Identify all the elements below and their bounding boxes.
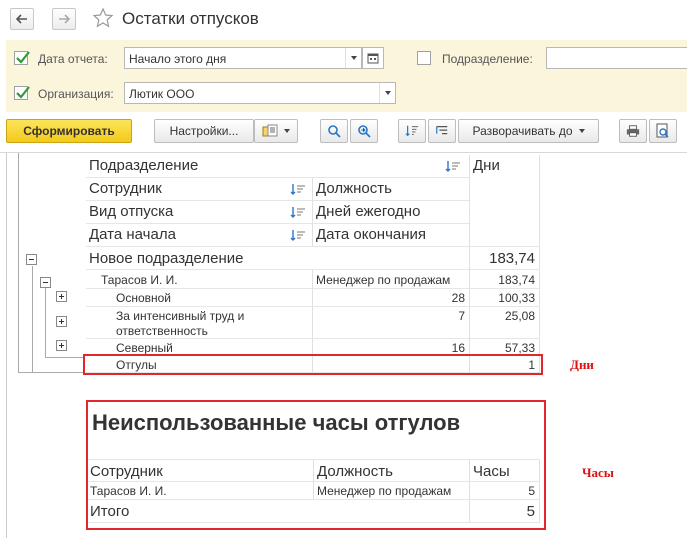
header-employee: Сотрудник <box>86 178 313 201</box>
filter-panel: Дата отчета: Начало этого дня Подразделе… <box>6 40 687 112</box>
header-end-date: Дата окончания <box>313 224 470 247</box>
hours-employee-position: Менеджер по продажам <box>314 482 470 500</box>
group-name: Новое подразделение <box>86 247 470 270</box>
hours-employee-value: 5 <box>470 482 540 500</box>
employee-tree-line <box>45 288 46 358</box>
chevron-down-icon <box>578 129 585 133</box>
hours-total-value: 5 <box>470 500 540 523</box>
header-position: Должность <box>313 178 470 201</box>
employee-days: 183,74 <box>470 270 540 289</box>
annual-days-cell: 28 <box>313 289 470 307</box>
hours-report-title: Неиспользованные часы отгулов <box>92 410 461 435</box>
report-date-label: Дата отчета: <box>38 52 108 66</box>
header-vacation-type: Вид отпуска <box>86 201 313 224</box>
organization-value: Лютик ООО <box>129 87 195 101</box>
header-start-date: Дата начала <box>86 224 313 247</box>
hours-employee-name: Тарасов И. И. <box>88 482 314 500</box>
search-icon <box>328 125 341 138</box>
generate-button[interactable]: Сформировать <box>6 119 132 143</box>
expand-to-label: Разворачивать до <box>472 124 573 138</box>
department-field[interactable] <box>546 47 687 69</box>
sort-button[interactable] <box>398 119 426 143</box>
forward-button[interactable] <box>52 8 76 30</box>
header-annual-days: Дней ежегодно <box>313 201 470 224</box>
group-button[interactable] <box>428 119 456 143</box>
department-checkbox[interactable] <box>417 51 431 65</box>
group-bracket-line <box>18 153 19 373</box>
sort-desc-icon[interactable] <box>290 230 306 242</box>
annual-days-cell: 7 <box>313 307 470 339</box>
sort-icon <box>405 125 419 137</box>
organization-field[interactable]: Лютик ООО <box>124 82 396 104</box>
employee-tree-bottom <box>45 357 84 358</box>
hours-total-label: Итого <box>88 500 470 523</box>
expand-row-toggle[interactable] <box>56 316 67 327</box>
report-date-field[interactable]: Начало этого дня <box>124 47 362 69</box>
arrow-left-icon <box>16 14 27 24</box>
arrow-right-icon <box>59 14 70 24</box>
printer-icon <box>626 125 640 137</box>
report-date-value: Начало этого дня <box>129 52 227 66</box>
collapse-group-toggle[interactable] <box>26 254 37 265</box>
checkmark-icon <box>16 51 30 64</box>
chevron-down-icon <box>284 129 290 133</box>
hours-header-position: Должность <box>314 459 470 482</box>
find-next-button[interactable] <box>350 119 378 143</box>
settings-button[interactable]: Настройки... <box>154 119 254 143</box>
back-button[interactable] <box>10 8 34 30</box>
sort-desc-icon[interactable] <box>290 207 306 219</box>
report-date-checkbox[interactable] <box>14 51 30 65</box>
header-days: Дни <box>470 155 540 247</box>
chevron-down-icon[interactable] <box>345 48 361 68</box>
annotation-days: Дни <box>570 357 594 372</box>
organization-label: Организация: <box>38 87 114 101</box>
employee-position: Менеджер по продажам <box>313 270 470 289</box>
expand-row-toggle[interactable] <box>56 291 67 302</box>
group-levels-icon <box>436 126 448 135</box>
header-department: Подразделение <box>86 155 470 178</box>
vacation-type-cell: Основной <box>86 289 313 307</box>
group-days: 183,74 <box>470 247 540 270</box>
print-preview-button[interactable] <box>649 119 677 143</box>
print-preview-icon <box>656 123 669 138</box>
favorite-star-icon[interactable] <box>92 7 114 29</box>
hours-header-hours: Часы <box>470 459 540 482</box>
group-bracket-bottom <box>18 372 84 373</box>
expand-row-toggle[interactable] <box>56 340 67 351</box>
days-cell: 100,33 <box>470 289 540 307</box>
group-tree-line <box>32 266 33 373</box>
calendar-icon <box>367 53 379 64</box>
employee-name: Тарасов И. И. <box>86 270 313 289</box>
department-label: Подразделение: <box>442 52 533 66</box>
print-button[interactable] <box>619 119 647 143</box>
checkmark-icon <box>16 86 30 99</box>
collapse-employee-toggle[interactable] <box>40 277 51 288</box>
chevron-down-icon[interactable] <box>379 83 395 103</box>
left-margin-line <box>6 153 7 538</box>
variant-button[interactable] <box>254 119 298 143</box>
calendar-button[interactable] <box>362 47 384 69</box>
highlight-time-off-row <box>83 354 543 375</box>
days-cell: 25,08 <box>470 307 540 339</box>
organization-checkbox[interactable] <box>14 86 30 100</box>
search-next-icon <box>358 125 371 138</box>
sort-desc-icon[interactable] <box>445 161 461 173</box>
annotation-hours: Часы <box>582 465 614 480</box>
hours-header-employee: Сотрудник <box>88 459 314 482</box>
title-bar: Остатки отпусков <box>0 0 687 40</box>
sort-desc-icon[interactable] <box>290 184 306 196</box>
report-spreadsheet[interactable]: Подразделение Дни Сотрудник Должность Ви… <box>0 152 687 538</box>
expand-to-button[interactable]: Разворачивать до <box>458 119 599 143</box>
find-button[interactable] <box>320 119 348 143</box>
page-title: Остатки отпусков <box>122 9 259 28</box>
vacation-type-cell: За интенсивный труд и ответственность <box>86 307 313 339</box>
report-variant-icon <box>262 124 278 137</box>
